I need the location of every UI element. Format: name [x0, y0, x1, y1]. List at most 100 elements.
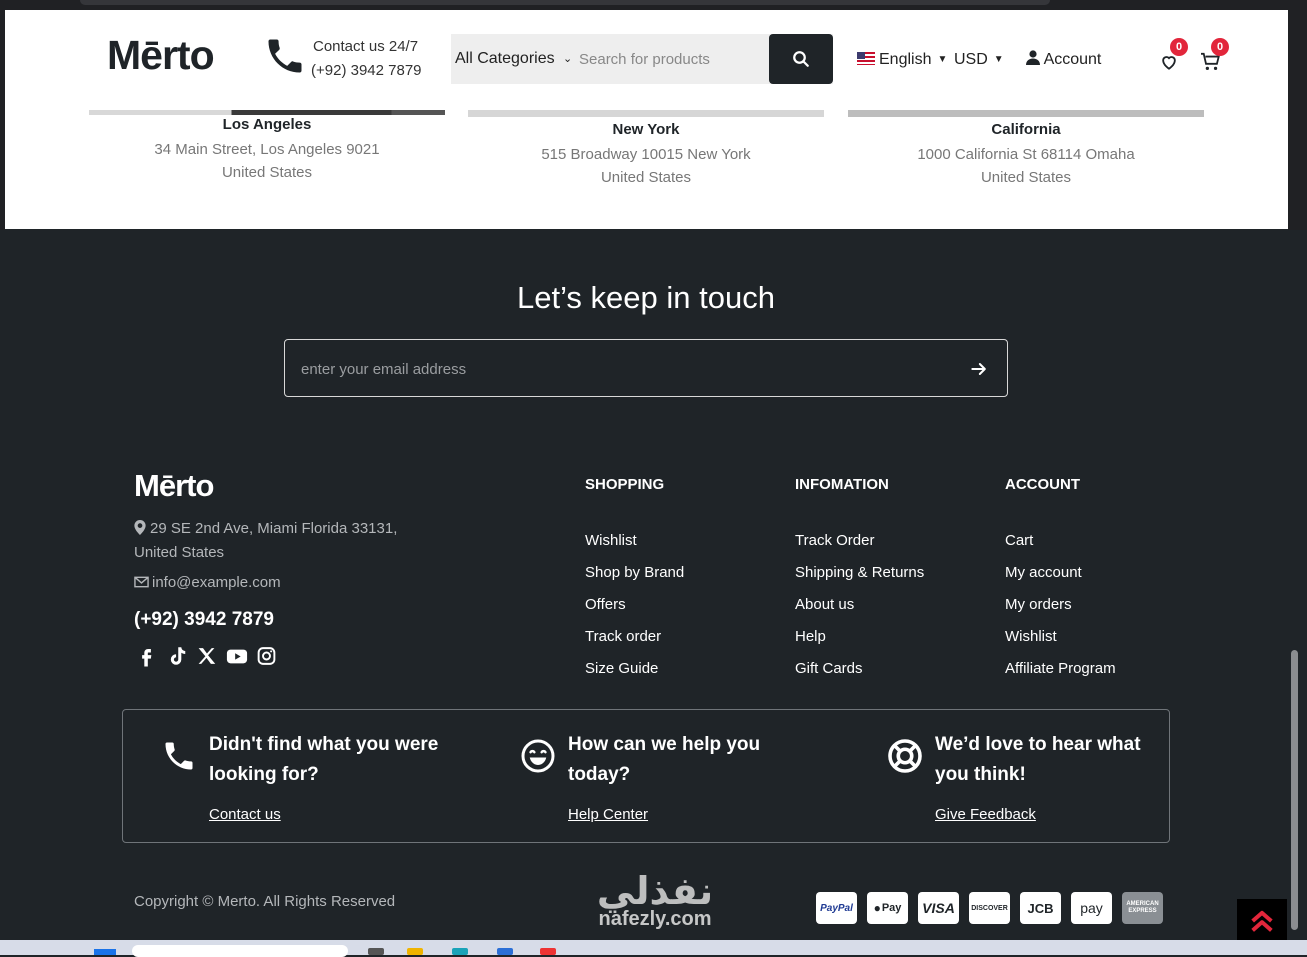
store-card: California 1000 California St 68114 Omah… — [848, 121, 1204, 186]
envelope-icon — [134, 576, 149, 588]
footer-column-title-account: ACCOUNT — [1005, 476, 1080, 493]
footer-link[interactable]: Shop by Brand — [585, 563, 684, 595]
store-country: United States — [980, 169, 1072, 186]
caret-down-icon: ▼ — [993, 54, 1004, 65]
page-scrollbar[interactable] — [1291, 650, 1298, 930]
apple-logo-icon: ● — [873, 901, 881, 915]
arrow-right-icon[interactable] — [969, 359, 989, 379]
help-center-link[interactable]: Help Center — [568, 806, 648, 823]
contact-phone[interactable]: (+92) 3942 7879 — [311, 62, 422, 79]
currency-select[interactable]: USD ▼ — [954, 51, 1004, 69]
scroll-to-top-button[interactable] — [1237, 899, 1287, 943]
site-logo[interactable]: Mērto — [107, 32, 215, 79]
wishlist-count-badge: 0 — [1170, 38, 1188, 56]
store-country: United States — [600, 169, 692, 186]
amex-icon: AMERICAN EXPRESS — [1122, 892, 1163, 924]
lifebuoy-icon — [888, 739, 922, 773]
language-label: English — [879, 51, 932, 68]
folder-icon[interactable] — [407, 948, 423, 955]
browser-icon[interactable] — [452, 948, 468, 955]
jcb-icon: JCB — [1020, 892, 1061, 924]
footer-phone[interactable]: (+92) 3942 7879 — [134, 609, 274, 631]
footer-link[interactable]: Wishlist — [1005, 627, 1116, 659]
taskbar-app-icon[interactable] — [368, 948, 384, 955]
help-title: We’d love to hear what you think! — [935, 734, 1141, 785]
amazon-pay-icon: pay — [1071, 892, 1112, 924]
double-chevron-up-icon — [1251, 910, 1273, 932]
search-input[interactable] — [579, 47, 764, 71]
tiktok-icon[interactable] — [166, 645, 187, 667]
store-image — [468, 110, 824, 117]
footer-link[interactable]: Gift Cards — [795, 659, 924, 691]
caret-down-icon: ▼ — [937, 54, 948, 65]
footer-link[interactable]: Track order — [585, 627, 684, 659]
account-link[interactable]: Account — [1026, 50, 1101, 69]
footer-column-account: Cart My account My orders Wishlist Affil… — [1005, 531, 1116, 691]
youtube-icon[interactable] — [226, 645, 248, 667]
email-input[interactable] — [301, 358, 941, 380]
visa-icon: VISA — [918, 892, 959, 924]
apple-pay-label: Pay — [881, 902, 902, 914]
footer-email-text: info@example.com — [152, 574, 281, 591]
phone-icon — [268, 39, 302, 73]
footer-link[interactable]: Shipping & Returns — [795, 563, 924, 595]
store-city: New York — [612, 121, 680, 138]
category-select[interactable]: All Categories — [455, 50, 555, 68]
newsletter-form — [284, 339, 1008, 397]
help-box: Didn't find what you were looking for? C… — [122, 709, 1170, 843]
account-label: Account — [1043, 51, 1102, 68]
instagram-icon[interactable] — [256, 645, 277, 667]
search-icon — [793, 51, 809, 67]
language-select[interactable]: English ▼ — [857, 51, 947, 69]
paypal-icon: PayPal — [816, 892, 857, 924]
store-city: California — [991, 121, 1061, 138]
footer-link[interactable]: About us — [795, 595, 924, 627]
footer-email[interactable]: info@example.com — [134, 574, 281, 591]
store-card: Los Angeles 34 Main Street, Los Angeles … — [89, 116, 445, 181]
taskbar-search[interactable] — [132, 945, 348, 957]
x-icon[interactable] — [196, 645, 217, 667]
store-address: 1000 California St 68114 Omaha — [917, 146, 1135, 163]
footer-link[interactable]: Offers — [585, 595, 684, 627]
footer-link[interactable]: Affiliate Program — [1005, 659, 1116, 691]
footer-link[interactable]: Cart — [1005, 531, 1116, 563]
facebook-icon[interactable] — [136, 645, 157, 667]
store-image — [89, 110, 445, 115]
os-taskbar — [0, 940, 1307, 957]
footer-logo[interactable]: Mērto — [134, 468, 214, 504]
apple-pay-icon: ● Pay — [867, 892, 908, 924]
store-address: 515 Broadway 10015 New York — [541, 146, 751, 163]
store-image — [848, 110, 1204, 117]
windows-start-icon[interactable] — [94, 949, 116, 955]
wishlist-button[interactable]: 0 — [1159, 38, 1188, 74]
store-locations: Los Angeles 34 Main Street, Los Angeles … — [5, 110, 1288, 229]
user-icon — [1026, 50, 1040, 65]
footer-link[interactable]: Wishlist — [585, 531, 684, 563]
cart-button[interactable]: 0 — [1200, 38, 1229, 74]
currency-label: USD — [954, 51, 988, 68]
footer-link[interactable]: Help — [795, 627, 924, 659]
footer-link[interactable]: My orders — [1005, 595, 1116, 627]
footer-address-text: 29 SE 2nd Ave, Miami Florida 33131, Unit… — [134, 520, 398, 561]
footer-address: 29 SE 2nd Ave, Miami Florida 33131, Unit… — [134, 517, 434, 565]
footer-logo-text: Mērto — [134, 468, 214, 503]
help-title: Didn't find what you were looking for? — [209, 734, 439, 785]
chevron-down-icon[interactable]: ⌄ — [563, 52, 572, 65]
taskbar-app-icon[interactable] — [540, 948, 556, 955]
search-button[interactable] — [769, 34, 833, 84]
footer-link[interactable]: My account — [1005, 563, 1116, 595]
browser-address-strip — [80, 0, 1050, 5]
smile-icon — [521, 739, 555, 773]
us-flag-icon — [857, 52, 875, 65]
footer-column-information: Track Order Shipping & Returns About us … — [795, 531, 924, 691]
footer-link[interactable]: Size Guide — [585, 659, 684, 691]
footer-column-shopping: Wishlist Shop by Brand Offers Track orde… — [585, 531, 684, 691]
footer-column-title-information: INFOMATION — [795, 476, 889, 493]
help-title: How can we help you today? — [568, 734, 761, 785]
give-feedback-link[interactable]: Give Feedback — [935, 806, 1036, 823]
contact-us-link[interactable]: Contact us — [209, 806, 281, 823]
footer-link[interactable]: Track Order — [795, 531, 924, 563]
discover-icon: DISCOVER — [969, 892, 1010, 924]
taskbar-app-icon[interactable] — [497, 948, 513, 955]
store-city: Los Angeles — [222, 116, 312, 133]
